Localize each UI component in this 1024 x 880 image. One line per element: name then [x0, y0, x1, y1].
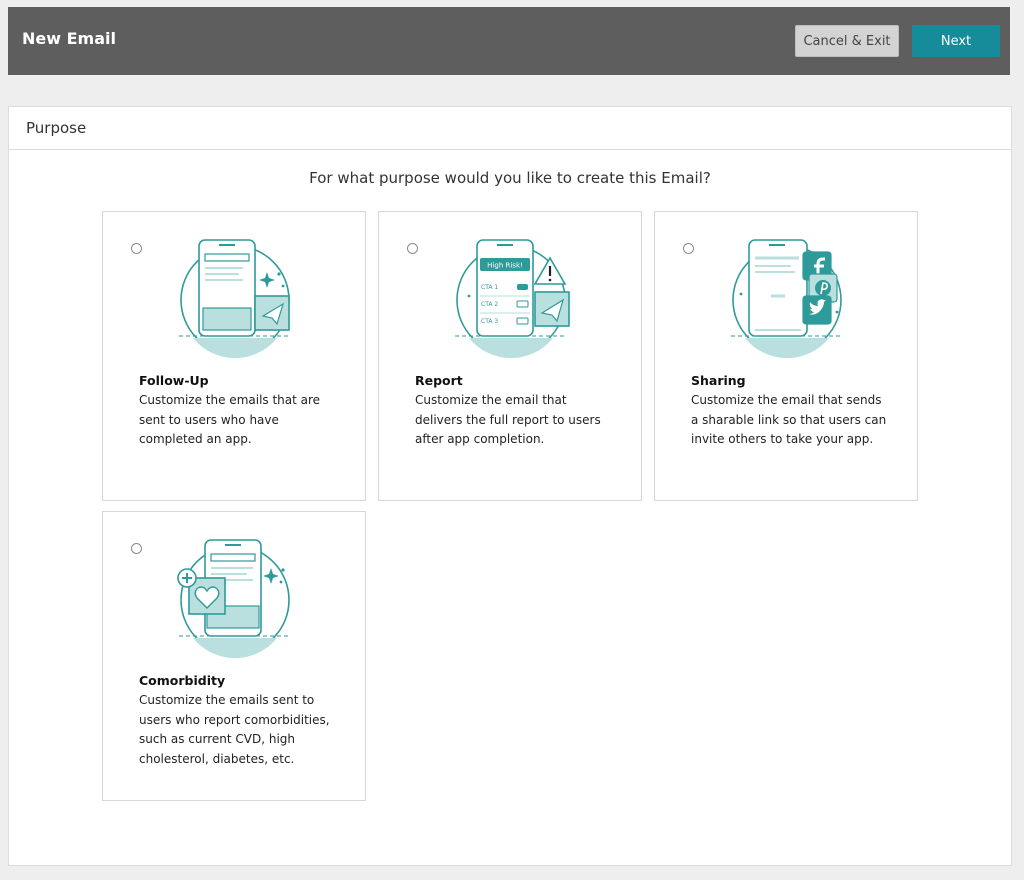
cta-2-label: CTA 2 — [481, 301, 498, 308]
send-message-icon — [179, 239, 291, 358]
report-radio[interactable] — [407, 243, 418, 254]
panel-title: Purpose — [9, 107, 1011, 150]
card-title: Sharing — [691, 373, 746, 388]
purpose-card-report[interactable]: High Risk! CTA 1 CTA 2 CTA 3 Report Cust… — [378, 211, 642, 501]
social-share-icon — [731, 239, 843, 358]
cancel-exit-button[interactable]: Cancel & Exit — [795, 25, 899, 57]
purpose-card-sharing[interactable]: Sharing Customize the email that sends a… — [654, 211, 918, 501]
purpose-card-follow-up[interactable]: Follow-Up Customize the emails that are … — [102, 211, 366, 501]
card-description: Customize the emails that are sent to us… — [139, 393, 321, 446]
card-title: Report — [415, 373, 463, 388]
heart-plus-icon — [177, 539, 291, 658]
card-title: Comorbidity — [139, 673, 226, 688]
card-description: Customize the email that delivers the fu… — [415, 393, 601, 446]
card-description: Customize the email that sends a sharabl… — [691, 393, 887, 446]
card-title: Follow-Up — [139, 373, 209, 388]
purpose-question: For what purpose would you like to creat… — [309, 169, 711, 187]
report-alert-icon: High Risk! CTA 1 CTA 2 CTA 3 — [455, 239, 570, 358]
cta-1-label: CTA 1 — [481, 284, 498, 291]
card-description: Customize the emails sent to users who r… — [139, 693, 330, 766]
next-button[interactable]: Next — [912, 25, 1000, 57]
high-risk-badge: High Risk! — [487, 262, 523, 270]
purpose-card-comorbidity[interactable]: Comorbidity Customize the emails sent to… — [102, 511, 366, 801]
page-title: New Email — [22, 29, 116, 48]
sharing-radio[interactable] — [683, 243, 694, 254]
cta-3-label: CTA 3 — [481, 318, 498, 325]
top-header-bar: New Email Cancel & Exit Next — [8, 7, 1010, 75]
follow-up-radio[interactable] — [131, 243, 142, 254]
purpose-panel: Purpose For what purpose would you like … — [8, 106, 1012, 866]
comorbidity-radio[interactable] — [131, 543, 142, 554]
